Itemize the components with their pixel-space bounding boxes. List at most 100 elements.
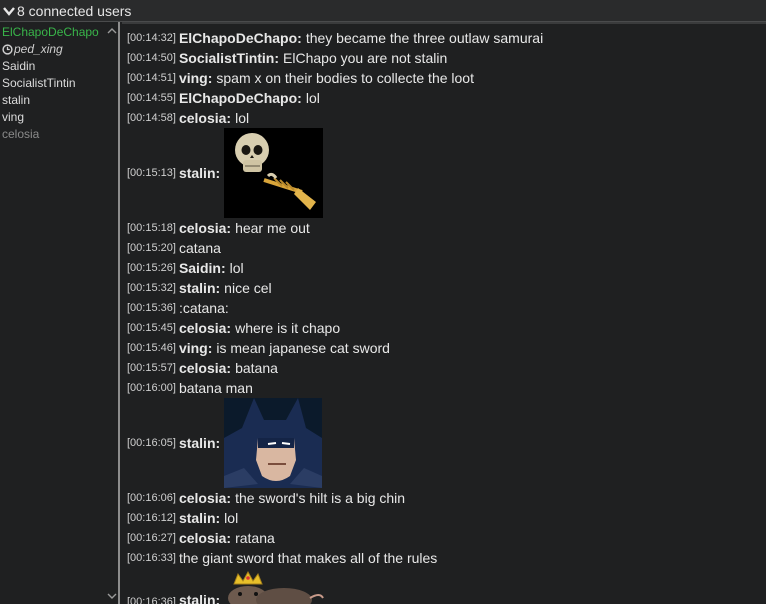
- message-timestamp: [00:15:13]: [127, 167, 176, 179]
- message-text: ElChapo you are not stalin: [283, 50, 448, 66]
- user-list-item[interactable]: ving: [2, 109, 106, 126]
- message-nick[interactable]: stalin:: [179, 165, 220, 181]
- chat-message: [00:15:46] ving: is mean japanese cat swor…: [127, 338, 757, 358]
- message-timestamp: [00:15:46]: [127, 342, 176, 354]
- chat-message: [00:15:26] Saidin: lol: [127, 258, 757, 278]
- chevron-down-icon[interactable]: [2, 4, 16, 18]
- message-list: [00:14:32] ElChapoDeChapo: they became the…: [127, 28, 757, 604]
- message-timestamp: [00:15:26]: [127, 262, 176, 274]
- message-nick[interactable]: celosia:: [179, 320, 231, 336]
- user-list-item[interactable]: ElChapoDeChapo: [2, 24, 106, 41]
- message-text: batana man: [178, 380, 253, 396]
- chat-message: [00:14:50] SocialistTintin: ElChapo you ar…: [127, 48, 757, 68]
- user-name: stalin: [2, 93, 31, 107]
- chat-message: [00:15:13] stalin:: [127, 128, 757, 218]
- message-text: lol: [229, 260, 244, 276]
- message-timestamp: [00:15:32]: [127, 282, 176, 294]
- message-text: ratana: [235, 530, 275, 546]
- message-text: batana: [235, 360, 278, 376]
- chevron-down-icon: [107, 593, 116, 599]
- chat-message: [00:15:36]:catana:: [127, 298, 757, 318]
- chat-message: [00:16:33] the giant sword that makes all…: [127, 548, 757, 568]
- message-timestamp: [00:14:32]: [127, 32, 176, 44]
- skull-trumpet-emote: [224, 128, 324, 218]
- chat-top-edge: [122, 22, 766, 24]
- message-text: catana: [178, 240, 221, 256]
- message-text: lol: [305, 90, 320, 106]
- chat-window: 8 connected users ElChapoDeChapo ped_xing…: [0, 0, 766, 604]
- chat-message: [00:15:57] celosia: batana: [127, 358, 757, 378]
- message-timestamp: [00:16:27]: [127, 532, 176, 544]
- message-timestamp: [00:16:12]: [127, 512, 176, 524]
- message-nick[interactable]: SocialistTintin:: [179, 50, 279, 66]
- chat-message: [00:15:20] catana: [127, 238, 757, 258]
- message-text: the giant sword that makes all of the ru…: [178, 550, 438, 566]
- message-text: lol: [235, 110, 250, 126]
- chat-message: [00:16:36] stalin:: [127, 568, 757, 604]
- user-list-item[interactable]: celosia: [2, 126, 106, 143]
- message-timestamp: [00:14:51]: [127, 72, 176, 84]
- message-text: is mean japanese cat sword: [216, 340, 390, 356]
- message-timestamp: [00:14:55]: [127, 92, 176, 104]
- message-nick[interactable]: stalin:: [179, 435, 220, 451]
- message-timestamp: [00:14:58]: [127, 112, 176, 124]
- scroll-up-button[interactable]: [105, 25, 118, 37]
- message-timestamp: [00:16:05]: [127, 437, 176, 449]
- message-nick[interactable]: stalin:: [179, 510, 220, 526]
- user-list: ElChapoDeChapo ped_xing Saidin SocialistTin…: [2, 24, 106, 143]
- message-timestamp: [00:15:20]: [127, 242, 176, 254]
- connected-users-header[interactable]: 8 connected users: [0, 0, 766, 22]
- chat-message: [00:14:32] ElChapoDeChapo: they became the…: [127, 28, 757, 48]
- user-list-item[interactable]: Saidin: [2, 58, 106, 75]
- crowned-rat-emote: [228, 570, 325, 604]
- chat-message: [00:16:06] celosia: the sword's hilt is a …: [127, 488, 757, 508]
- chat-message: [00:16:05] stalin:: [127, 398, 757, 488]
- message-timestamp: [00:15:45]: [127, 322, 176, 334]
- message-timestamp: [00:16:00]: [127, 382, 176, 394]
- message-nick[interactable]: ving:: [179, 70, 212, 86]
- message-text: spam x on their bodies to collecte the l…: [216, 70, 474, 86]
- message-timestamp: [00:15:36]: [127, 302, 176, 314]
- user-name: ving: [2, 110, 25, 124]
- message-text: where is it chapo: [235, 320, 341, 336]
- user-list-item[interactable]: ped_xing: [2, 41, 106, 58]
- message-nick[interactable]: celosia:: [179, 490, 231, 506]
- chat-message: [00:15:18] celosia: hear me out: [127, 218, 757, 238]
- message-timestamp: [00:14:50]: [127, 52, 176, 64]
- user-name: celosia: [2, 127, 40, 141]
- message-text: hear me out: [235, 220, 310, 236]
- message-text: :catana:: [178, 300, 229, 316]
- user-name: ped_xing: [14, 42, 63, 56]
- user-list-item[interactable]: stalin: [2, 92, 106, 109]
- message-nick[interactable]: celosia:: [179, 110, 231, 126]
- message-nick[interactable]: stalin:: [179, 280, 220, 296]
- user-list-item[interactable]: SocialistTintin: [2, 75, 106, 92]
- message-text: nice cel: [224, 280, 272, 296]
- message-timestamp: [00:15:57]: [127, 362, 176, 374]
- message-nick[interactable]: celosia:: [179, 530, 231, 546]
- message-nick[interactable]: ElChapoDeChapo:: [179, 30, 302, 46]
- message-timestamp: [00:16:06]: [127, 492, 176, 504]
- chat-message: [00:14:51] ving: spam x on their bodies to…: [127, 68, 757, 88]
- message-nick[interactable]: ving:: [179, 340, 212, 356]
- user-name: Saidin: [2, 59, 36, 73]
- chat-log[interactable]: [00:14:32] ElChapoDeChapo: they became the…: [122, 22, 766, 604]
- connected-users-label: 8 connected users: [17, 2, 132, 19]
- user-name: ElChapoDeChapo: [2, 25, 99, 39]
- user-list-panel: ElChapoDeChapo ped_xing Saidin SocialistTin…: [0, 22, 120, 604]
- message-text: the sword's hilt is a big chin: [235, 490, 406, 506]
- message-nick[interactable]: ElChapoDeChapo:: [179, 90, 302, 106]
- message-timestamp: [00:16:33]: [127, 552, 176, 564]
- message-nick[interactable]: celosia:: [179, 220, 231, 236]
- scroll-down-button[interactable]: [105, 590, 118, 602]
- chevron-up-icon: [107, 28, 116, 34]
- message-timestamp: [00:16:36]: [127, 596, 176, 604]
- chat-message: [00:15:32] stalin: nice cel: [127, 278, 757, 298]
- message-text: they became the three outlaw samurai: [305, 30, 544, 46]
- chat-message: [00:14:58] celosia: lol: [127, 108, 757, 128]
- message-text: lol: [224, 510, 239, 526]
- message-nick[interactable]: celosia:: [179, 360, 231, 376]
- message-nick[interactable]: stalin:: [179, 592, 220, 604]
- chat-message: [00:15:45] celosia: where is it chapo: [127, 318, 757, 338]
- message-nick[interactable]: Saidin:: [179, 260, 226, 276]
